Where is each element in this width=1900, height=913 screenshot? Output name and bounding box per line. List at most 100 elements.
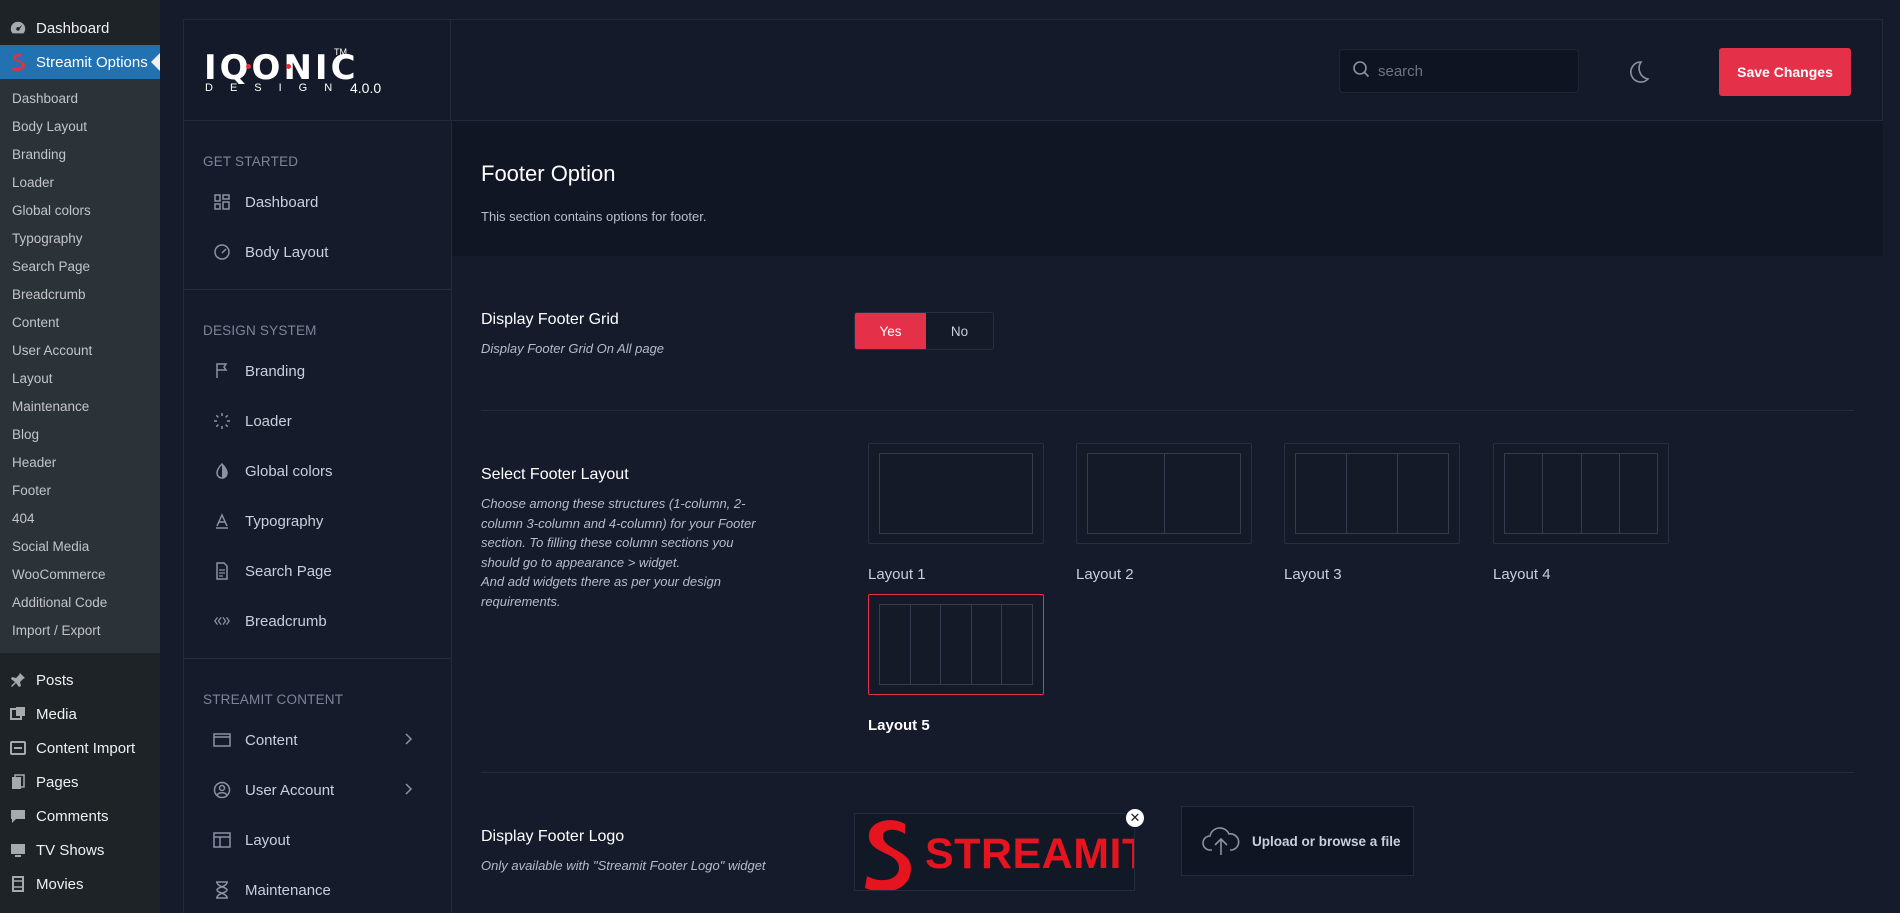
layout-label: Layout 2 (1076, 566, 1134, 583)
nav-item-search-page[interactable]: Search Page (184, 546, 451, 596)
chevron-right-icon (403, 732, 413, 749)
nav-item-branding[interactable]: Branding (184, 346, 451, 396)
nav-item-body-layout[interactable]: Body Layout (184, 227, 451, 277)
grid-icon (213, 193, 231, 211)
footer-grid-toggle: Yes No (854, 312, 994, 350)
nav-item-typography[interactable]: Typography (184, 496, 451, 546)
wp-submenu-item[interactable]: Breadcrumb (0, 281, 160, 309)
wp-submenu-item[interactable]: Global colors (0, 197, 160, 225)
page-title: Footer Option (481, 161, 616, 186)
description-line: And add widgets there as per your design (481, 574, 721, 589)
wp-submenu-item[interactable]: Maintenance (0, 393, 160, 421)
nav-item-label: Body Layout (245, 243, 329, 261)
wp-admin-sidebar: Dashboard Streamit Options Dashboard Bod… (0, 0, 160, 913)
layout-label: Layout 4 (1493, 566, 1551, 583)
pages-icon (8, 772, 28, 792)
footer-grid-title: Display Footer Grid (481, 311, 619, 328)
wp-submenu-item[interactable]: Dashboard (0, 85, 160, 113)
version-number: 4.0.0 (350, 80, 382, 96)
no-option-button[interactable]: No (926, 313, 993, 349)
layout-label: Layout 1 (868, 566, 926, 583)
wp-menu-comments[interactable]: Comments (0, 799, 160, 833)
wp-submenu-item[interactable]: Footer (0, 477, 160, 505)
tv-icon (8, 840, 28, 860)
footer-layout-description: Choose among these structures (1-column,… (481, 494, 801, 611)
wp-submenu-item[interactable]: 404 (0, 505, 160, 533)
chevron-right-icon (403, 782, 413, 799)
gauge-icon (8, 18, 28, 38)
layout-icon (213, 831, 231, 849)
user-circle-icon (213, 781, 231, 799)
wp-menu-streamit-options[interactable]: Streamit Options (0, 45, 160, 79)
remove-logo-close-icon[interactable]: ✕ (1124, 807, 1146, 829)
wp-menu-pages[interactable]: Pages (0, 765, 160, 799)
description-line: requirements. (481, 593, 561, 609)
nav-item-loader[interactable]: Loader (184, 396, 451, 446)
nav-item-label: Typography (245, 512, 324, 530)
typography-icon (213, 512, 231, 530)
footer-layout-row: Select Footer Layout Choose among these … (481, 411, 1854, 773)
layout-preview (1087, 453, 1241, 534)
wp-menu-movies[interactable]: Movies (0, 867, 160, 901)
media-icon (8, 704, 28, 724)
wp-submenu-item[interactable]: Layout (0, 365, 160, 393)
layout-option-4[interactable] (1493, 443, 1669, 544)
wp-menu-dashboard[interactable]: Dashboard (0, 11, 160, 45)
options-nav: GET STARTED Dashboard Body Layout DESIGN… (183, 121, 452, 913)
wp-submenu-item[interactable]: Content (0, 309, 160, 337)
nav-item-label: Branding (245, 362, 306, 380)
upload-file-button[interactable]: Upload or browse a file (1181, 806, 1414, 876)
wp-submenu-item[interactable]: Additional Code (0, 589, 160, 617)
hourglass-icon (213, 881, 231, 899)
search-field[interactable] (1339, 49, 1579, 93)
search-input[interactable] (1378, 62, 1558, 80)
layout-label: Layout 5 (868, 717, 930, 734)
wp-submenu-item[interactable]: User Account (0, 337, 160, 365)
wp-submenu-item[interactable]: Header (0, 449, 160, 477)
logo-trademark: TM (334, 47, 347, 57)
nav-item-breadcrumb[interactable]: Breadcrumb (184, 596, 451, 646)
wp-menu-posts[interactable]: Posts (0, 663, 160, 697)
wp-submenu-item[interactable]: Typography (0, 225, 160, 253)
description-line: should go to appearance > widget. (481, 554, 681, 570)
layout-option-5[interactable] (868, 594, 1044, 695)
wp-submenu-item[interactable]: Branding (0, 141, 160, 169)
breadcrumb-icon (213, 612, 231, 630)
wp-submenu-item[interactable]: Body Layout (0, 113, 160, 141)
nav-item-label: Search Page (245, 562, 332, 580)
wp-menu-bottom: Posts Media Content Import Pages Comment… (0, 653, 160, 901)
wp-submenu-item[interactable]: Loader (0, 169, 160, 197)
wp-submenu-item[interactable]: Search Page (0, 253, 160, 281)
nav-item-user-account[interactable]: User Account (184, 765, 451, 815)
wp-menu-label: TV Shows (36, 841, 105, 859)
options-header: IQONIC TM DESIGN 4.0.0 Save Changes (183, 19, 1883, 121)
wp-submenu-item[interactable]: Blog (0, 421, 160, 449)
streamit-s-icon (8, 52, 28, 72)
dark-mode-toggle-moon-icon[interactable] (1624, 58, 1652, 86)
nav-heading: DESIGN SYSTEM (203, 323, 317, 338)
layout-option-3[interactable] (1284, 443, 1460, 544)
footer-layout-text: Select Footer Layout Choose among these … (481, 466, 801, 611)
description-line: Choose among these structures (1-column,… (481, 496, 746, 511)
layout-option-1[interactable] (868, 443, 1044, 544)
wp-submenu-item[interactable]: Import / Export (0, 617, 160, 645)
nav-item-layout[interactable]: Layout (184, 815, 451, 865)
nav-item-label: Maintenance (245, 881, 331, 899)
nav-item-content[interactable]: Content (184, 715, 451, 765)
yes-option-button[interactable]: Yes (855, 313, 926, 349)
wp-menu-content-import[interactable]: Content Import (0, 731, 160, 765)
wp-submenu-item[interactable]: WooCommerce (0, 561, 160, 589)
layout-option-2[interactable] (1076, 443, 1252, 544)
loader-icon (213, 412, 231, 430)
nav-item-label: Loader (245, 412, 292, 430)
nav-item-dashboard[interactable]: Dashboard (184, 177, 451, 227)
wp-menu-media[interactable]: Media (0, 697, 160, 731)
nav-item-global-colors[interactable]: Global colors (184, 446, 451, 496)
wp-submenu-item[interactable]: Social Media (0, 533, 160, 561)
nav-heading: STREAMIT CONTENT (203, 692, 344, 707)
save-changes-button[interactable]: Save Changes (1719, 48, 1851, 96)
wp-menu-label: Dashboard (36, 19, 110, 37)
nav-item-maintenance[interactable]: Maintenance (184, 865, 451, 913)
pin-icon (8, 670, 28, 690)
wp-menu-tv-shows[interactable]: TV Shows (0, 833, 160, 867)
